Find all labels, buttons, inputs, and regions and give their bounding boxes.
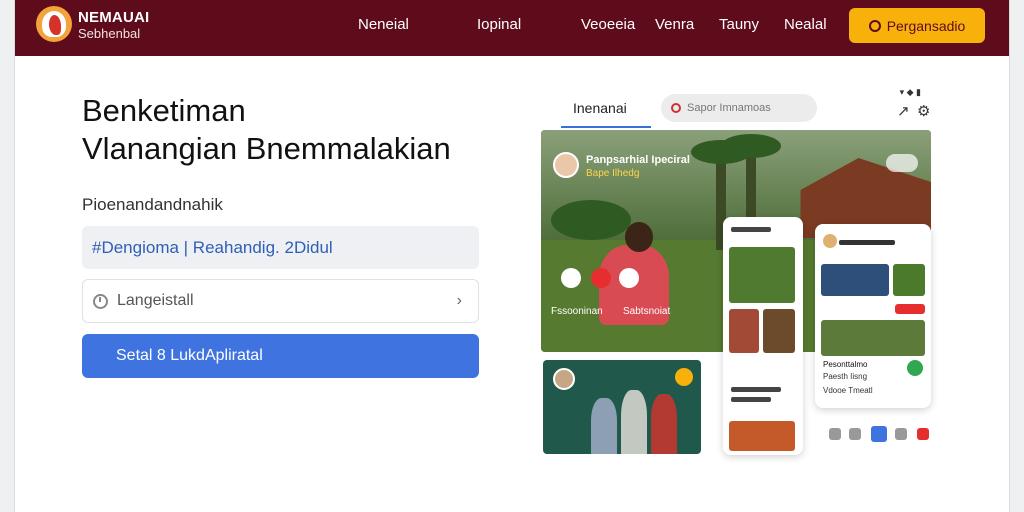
page: NEMAUAI Sebhenbal Neneial Iopinal Veoeei… (14, 0, 1010, 512)
share-icon[interactable]: ↗ (897, 102, 910, 120)
nav-link-3[interactable]: Veoeeia (581, 16, 635, 33)
search-field[interactable]: #Dengioma | Reahandig. 2Didul (82, 226, 479, 269)
select-field[interactable]: Langeistall › (82, 279, 479, 323)
hero-title-line1: Benketiman (82, 93, 246, 128)
person-figure (651, 394, 677, 454)
phone-card-middle[interactable] (723, 217, 803, 455)
phone-card-right[interactable]: Pesonttalmo Paesth Iisng Vdooe Tmeatl (815, 224, 931, 408)
mockup-search[interactable]: Sapor Imnamoas (661, 94, 817, 122)
nav-link-5[interactable]: Tauny (719, 16, 759, 33)
right-card-title: Pesonttalmo (823, 360, 868, 369)
cta-label: Pergansadio (886, 17, 966, 34)
card-thumbnail[interactable] (729, 309, 759, 353)
person-figure (621, 390, 647, 454)
card-header-line (839, 240, 895, 245)
play-icon[interactable] (619, 268, 639, 288)
right-card-line: Paesth Iisng (823, 372, 868, 381)
card-text-line (731, 397, 771, 402)
record-icon[interactable] (591, 268, 611, 288)
chevron-right-icon: › (456, 292, 462, 309)
card-thumbnail[interactable] (729, 247, 795, 303)
status-bar-icon: ▾ ◆ ▮ (899, 87, 921, 97)
hero-subtitle: Pioenandandnahik (82, 195, 223, 214)
app-mockup: Inenanai Sapor Imnamoas ▾ ◆ ▮ ↗ ⚙ Panpsa… (541, 84, 931, 456)
channel-avatar[interactable] (553, 152, 579, 178)
palm-leaf (721, 134, 781, 158)
secondary-avatar (553, 368, 575, 390)
secondary-photo[interactable] (543, 360, 701, 454)
select-value: Langeistall (117, 292, 194, 309)
brand-title[interactable]: NEMAUAI (78, 9, 149, 26)
person-head (625, 222, 653, 252)
nav-link-2[interactable]: Iopinal (477, 16, 521, 33)
card-thumbnail[interactable] (821, 320, 925, 356)
badge-icon (675, 368, 693, 386)
top-navbar: NEMAUAI Sebhenbal Neneial Iopinal Veoeei… (15, 0, 1009, 56)
brand-subtitle: Sebhenbal (78, 26, 141, 41)
nav-link-1[interactable]: Neneial (358, 16, 409, 33)
person-figure (591, 398, 617, 454)
cta-button[interactable]: Pergansadio (849, 8, 985, 43)
card-button[interactable] (895, 304, 925, 314)
hero-title-line2: Vlanangian Bnemmalakian (82, 131, 451, 166)
video-label-right: Sabtsnoiat (623, 306, 671, 317)
card-text-line (731, 387, 781, 392)
card-thumbnail[interactable] (729, 421, 795, 451)
card-thumbnail[interactable] (821, 264, 889, 296)
nav-link-4[interactable]: Venra (655, 16, 694, 33)
card-avatar (823, 234, 837, 248)
brand-logo-icon[interactable] (36, 6, 72, 42)
video-label-left: Fssooninan (551, 306, 603, 317)
card-thumbnail[interactable] (763, 309, 795, 353)
clock-icon (93, 293, 108, 309)
card-header-line (731, 227, 771, 232)
search-icon[interactable] (849, 428, 861, 440)
active-nav-icon[interactable] (871, 426, 887, 442)
bush (551, 200, 631, 240)
profile-icon[interactable] (895, 428, 907, 440)
card-thumbnail[interactable] (893, 264, 925, 296)
settings-icon[interactable]: ⚙ (917, 102, 930, 120)
video-title: Panpsarhial Ipeciral (586, 154, 690, 166)
mockup-search-text: Sapor Imnamoas (687, 102, 771, 114)
mockup-search-icon (671, 103, 681, 113)
submit-button[interactable]: Setal 8 LukdApliratal (82, 334, 479, 378)
check-icon (907, 360, 923, 376)
video-share-icon[interactable] (886, 154, 918, 172)
video-subtitle: Bape Ilhedg (586, 168, 640, 179)
cta-icon (868, 19, 881, 32)
home-icon[interactable] (829, 428, 841, 440)
nav-link-6[interactable]: Nealal (784, 16, 827, 33)
notification-icon[interactable] (917, 428, 929, 440)
mockup-tab-indicator (561, 126, 651, 128)
hero-title: Benketiman Vlanangian Bnemmalakian (82, 92, 451, 168)
prev-icon[interactable] (561, 268, 581, 288)
mockup-tab[interactable]: Inenanai (573, 100, 627, 116)
right-card-line2: Vdooe Tmeatl (823, 386, 873, 395)
